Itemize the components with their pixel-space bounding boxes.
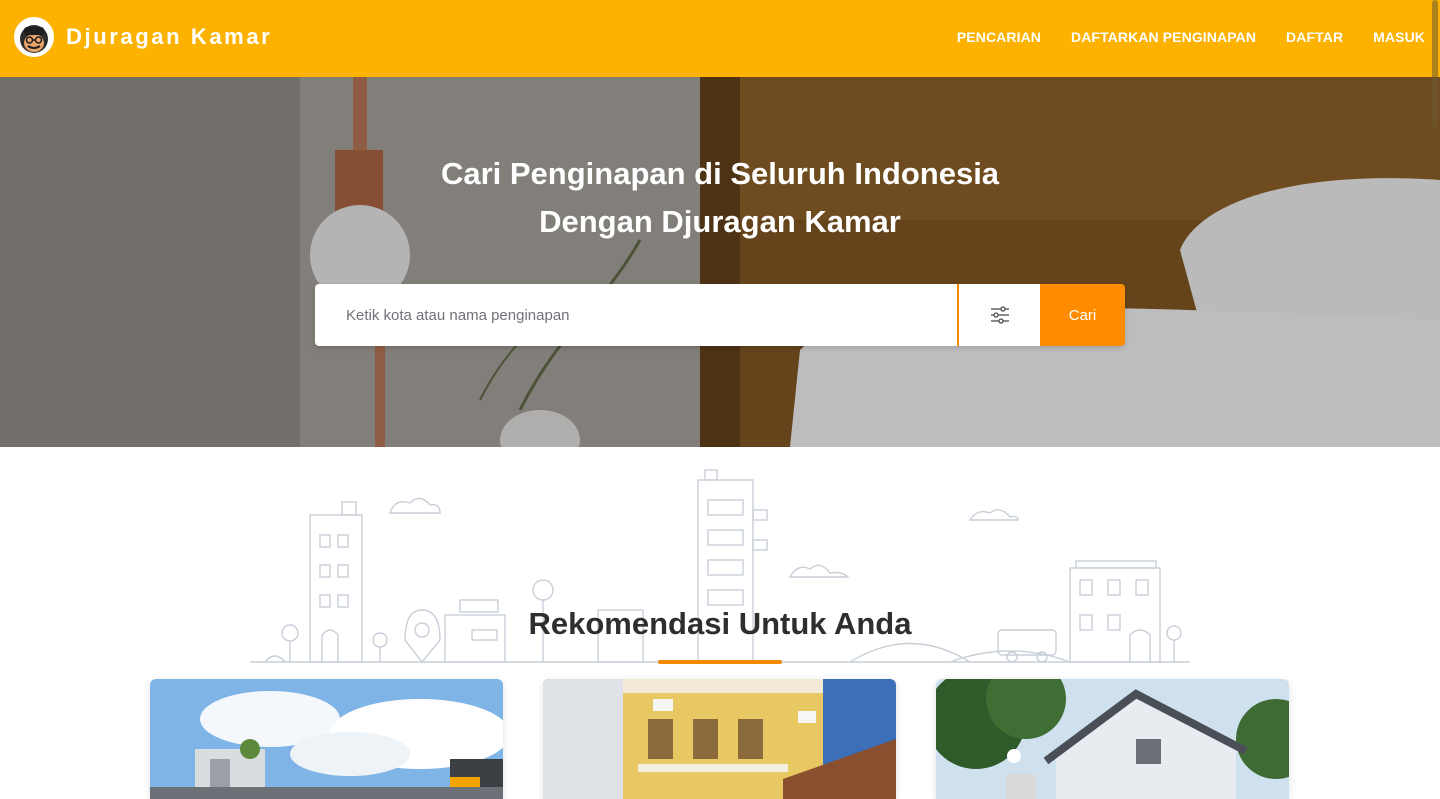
listing-photo xyxy=(150,679,503,799)
search-input[interactable] xyxy=(315,284,957,346)
hero-title-line1: Cari Penginapan di Seluruh Indonesia xyxy=(440,156,1000,191)
filter-button[interactable] xyxy=(957,284,1040,346)
title-underline xyxy=(658,660,782,664)
mascot-face-icon xyxy=(14,17,54,57)
search-button[interactable]: Cari xyxy=(1040,284,1125,346)
scrollbar-thumb[interactable] xyxy=(1432,0,1438,128)
nav-link-daftar[interactable]: DAFTAR xyxy=(1286,29,1343,45)
sliders-icon xyxy=(990,306,1009,324)
listing-photo xyxy=(936,679,1289,799)
listing-card[interactable] xyxy=(150,679,503,799)
hero-title-line2: Dengan Djuragan Kamar xyxy=(539,204,901,239)
nav-link-masuk[interactable]: MASUK xyxy=(1373,29,1425,45)
hero-title: Cari Penginapan di Seluruh Indonesia Den… xyxy=(0,150,1440,246)
recommendation-cards xyxy=(150,679,1290,799)
listing-photo xyxy=(543,679,896,799)
listing-card[interactable] xyxy=(936,679,1289,799)
main-nav: PENCARIAN DAFTARKAN PENGINAPAN DAFTAR MA… xyxy=(957,29,1425,45)
listing-card[interactable] xyxy=(543,679,896,799)
nav-link-pencarian[interactable]: PENCARIAN xyxy=(957,29,1041,45)
brand-link[interactable]: Djuragan Kamar xyxy=(14,17,272,57)
navbar: Djuragan Kamar PENCARIAN DAFTARKAN PENGI… xyxy=(0,0,1440,77)
search-bar: Cari xyxy=(315,284,1125,346)
nav-link-daftarkan-penginapan[interactable]: DAFTARKAN PENGINAPAN xyxy=(1071,29,1256,45)
section-title: Rekomendasi Untuk Anda xyxy=(528,606,912,641)
brand-name: Djuragan Kamar xyxy=(66,24,273,49)
